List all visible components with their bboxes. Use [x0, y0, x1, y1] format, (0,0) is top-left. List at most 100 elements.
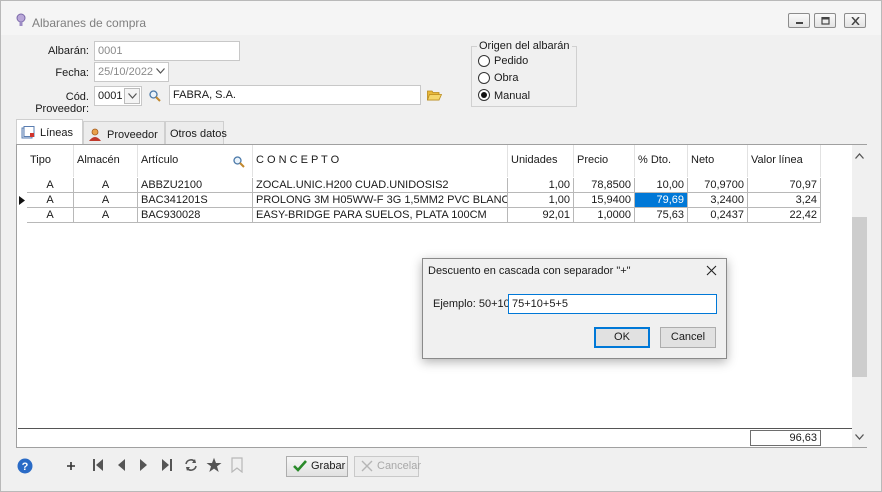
user-icon	[89, 128, 101, 141]
bookmark-icon[interactable]	[231, 457, 243, 473]
star-icon[interactable]	[206, 457, 222, 473]
cell-valor-linea[interactable]: 70,97	[748, 178, 821, 193]
maximize-button[interactable]	[814, 13, 836, 28]
refresh-icon[interactable]	[183, 458, 199, 472]
next-record-icon[interactable]	[139, 458, 149, 472]
cell-tipo[interactable]: A	[27, 178, 74, 193]
save-button-label: Grabar	[311, 460, 346, 472]
search-icon[interactable]	[149, 90, 161, 102]
dialog-example-label: Ejemplo: 50+10	[433, 298, 510, 310]
fecha-label: Fecha:	[55, 67, 89, 79]
col-header-precio[interactable]: Precio	[574, 145, 635, 177]
cell-almacen[interactable]: A	[74, 193, 138, 208]
cell-concepto[interactable]: EASY-BRIDGE PARA SUELOS, PLATA 100CM	[253, 208, 508, 223]
radio-manual[interactable]	[478, 89, 490, 101]
cancel-button[interactable]: Cancelar	[354, 456, 422, 477]
dialog-cancel-button[interactable]: Cancel	[660, 327, 716, 348]
col-header-articulo[interactable]: Artículo	[138, 145, 253, 177]
cell-tipo[interactable]: A	[27, 208, 74, 223]
cancel-button-label: Cancelar	[377, 460, 422, 472]
close-button[interactable]	[844, 13, 866, 28]
cell-dto[interactable]: 10,00	[635, 178, 688, 193]
cell-articulo[interactable]: BAC930028	[138, 208, 253, 223]
radio-obra[interactable]	[478, 72, 490, 84]
scroll-down-icon[interactable]	[855, 434, 864, 440]
tab-lineas[interactable]: Líneas	[16, 119, 83, 144]
cell-valor-linea[interactable]: 3,24	[748, 193, 821, 208]
discount-input[interactable]: 75+10+5+5	[508, 294, 717, 314]
radio-obra-label: Obra	[494, 72, 519, 84]
col-header-articulo-label: Artículo	[141, 154, 179, 166]
origin-title: Origen del albarán	[477, 40, 572, 52]
proveedor-dropdown-button[interactable]	[124, 88, 140, 104]
cell-neto[interactable]: 0,2437	[688, 208, 748, 223]
minimize-button[interactable]	[788, 13, 810, 28]
proveedor-code: 0001	[98, 90, 123, 102]
fecha-dropdown-button[interactable]	[153, 64, 169, 80]
col-header-valor-linea[interactable]: Valor línea	[748, 145, 821, 177]
save-button[interactable]: Grabar	[286, 456, 348, 477]
main-window: Albaranes de compra Albarán: 0001 Fecha:…	[0, 0, 882, 492]
cell-unidades[interactable]: 1,00	[508, 178, 574, 193]
close-icon	[851, 17, 860, 25]
tab-otros-datos[interactable]: Otros datos	[165, 121, 227, 144]
albaran-label: Albarán:	[48, 45, 89, 57]
app-icon	[16, 13, 26, 26]
cell-almacen[interactable]: A	[74, 208, 138, 223]
window-title: Albaranes de compra	[32, 16, 147, 30]
vertical-scrollbar[interactable]	[852, 145, 867, 447]
chevron-down-icon	[128, 93, 137, 99]
cell-unidades[interactable]: 92,01	[508, 208, 574, 223]
cell-unidades[interactable]: 1,00	[508, 193, 574, 208]
maximize-icon	[821, 17, 830, 25]
cell-almacen[interactable]: A	[74, 178, 138, 193]
first-record-icon[interactable]	[92, 458, 104, 472]
title-bar: Albaranes de compra	[1, 1, 881, 35]
cell-concepto[interactable]: PROLONG 3M H05WW-F 3G 1,5MM2 PVC BLANCO	[253, 193, 508, 208]
scroll-up-icon[interactable]	[855, 153, 864, 159]
tab-proveedor-label: Proveedor	[107, 129, 158, 141]
chevron-down-icon	[156, 68, 165, 74]
radio-manual-label: Manual	[494, 90, 531, 102]
folder-icon[interactable]	[427, 89, 442, 101]
last-record-icon[interactable]	[161, 458, 173, 472]
col-header-dto[interactable]: % Dto.	[635, 145, 688, 177]
add-icon[interactable]	[66, 461, 76, 471]
cell-articulo[interactable]: BAC341201S	[138, 193, 253, 208]
cell-concepto[interactable]: ZOCAL.UNIC.H200 CUAD.UNIDOSIS2	[253, 178, 508, 193]
radio-pedido[interactable]	[478, 55, 490, 67]
cell-precio[interactable]: 1,0000	[574, 208, 635, 223]
cancel-icon	[361, 460, 373, 472]
search-icon[interactable]	[233, 156, 245, 168]
albaran-field[interactable]: 0001	[94, 41, 240, 61]
cell-tipo[interactable]: A	[27, 193, 74, 208]
tab-lineas-label: Líneas	[40, 127, 74, 139]
proveedor-name-field[interactable]: FABRA, S.A.	[169, 85, 421, 105]
tab-proveedor[interactable]: Proveedor	[83, 121, 165, 144]
help-icon[interactable]: ?	[17, 458, 33, 474]
scroll-thumb[interactable]	[852, 217, 867, 377]
col-header-tipo[interactable]: Tipo	[27, 145, 74, 177]
previous-record-icon[interactable]	[116, 458, 126, 472]
cell-neto[interactable]: 3,2400	[688, 193, 748, 208]
radio-pedido-label: Pedido	[494, 55, 529, 67]
cell-dto[interactable]: 75,63	[635, 208, 688, 223]
cell-dto[interactable]: 79,69	[635, 193, 688, 208]
cell-articulo[interactable]: ABBZU2100	[138, 178, 253, 193]
total-value: 96,63	[750, 430, 821, 446]
minimize-icon	[796, 22, 803, 24]
cell-valor-linea[interactable]: 22,42	[748, 208, 821, 223]
current-row-indicator-icon	[19, 196, 25, 205]
col-header-almacen[interactable]: Almacén	[74, 145, 138, 177]
col-header-neto[interactable]: Neto	[688, 145, 748, 177]
cell-neto[interactable]: 70,9700	[688, 178, 748, 193]
close-icon[interactable]	[706, 265, 717, 276]
cell-precio[interactable]: 78,8500	[574, 178, 635, 193]
col-header-concepto[interactable]: C O N C E P T O	[253, 145, 508, 177]
fecha-value: 25/10/2022	[98, 66, 154, 78]
cell-precio[interactable]: 15,9400	[574, 193, 635, 208]
col-header-unidades[interactable]: Unidades	[508, 145, 574, 177]
check-icon	[293, 460, 307, 472]
ok-button[interactable]: OK	[594, 327, 650, 348]
document-list-icon	[21, 126, 35, 139]
